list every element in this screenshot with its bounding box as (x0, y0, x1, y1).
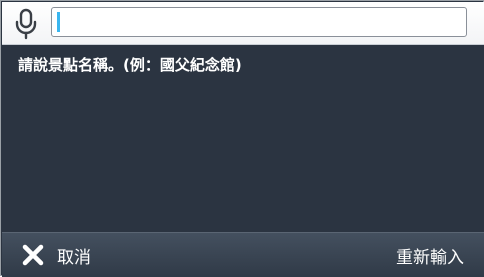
text-caret (57, 12, 60, 32)
reenter-button[interactable]: 重新輸入 (396, 241, 464, 269)
close-icon (22, 244, 44, 266)
cancel-label: 取消 (57, 247, 91, 268)
search-input[interactable] (52, 8, 466, 36)
input-bar (2, 2, 484, 45)
voice-input-dialog: 請說景點名稱。(例：國父紀念館) 取消 重新輸入 (0, 0, 484, 277)
microphone-icon[interactable] (12, 8, 40, 40)
cancel-button[interactable]: 取消 (22, 241, 91, 269)
content-area: 請說景點名稱。(例：國父紀念館) (2, 45, 484, 232)
bottom-toolbar: 取消 重新輸入 (2, 232, 484, 277)
prompt-text: 請說景點名稱。(例：國父紀念館) (18, 56, 242, 74)
search-input-box[interactable] (51, 7, 467, 37)
